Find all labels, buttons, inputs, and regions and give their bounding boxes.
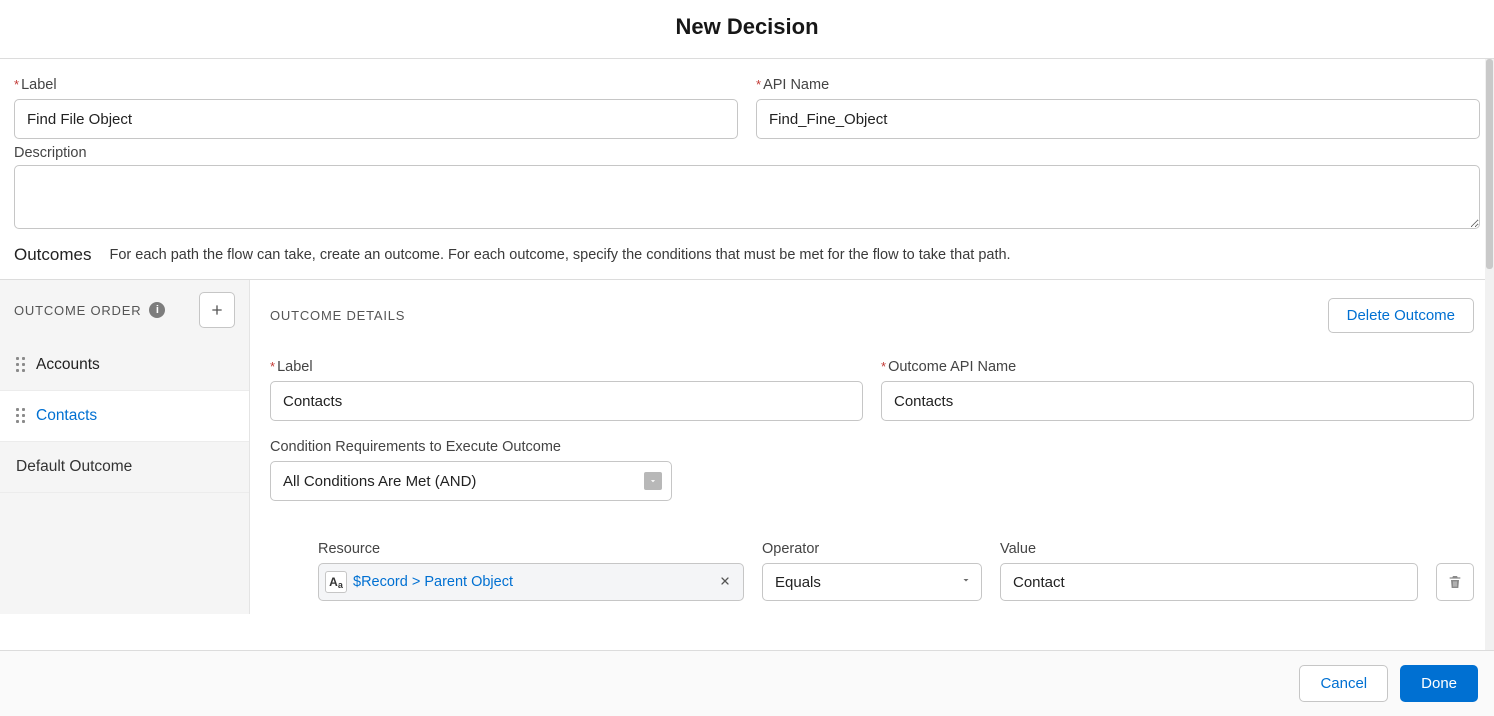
sidebar-item-label: Contacts bbox=[36, 407, 97, 425]
outcomes-heading: Outcomes bbox=[14, 245, 91, 265]
condition-requirements-select[interactable]: All Conditions Are Met (AND) bbox=[270, 461, 672, 501]
delete-condition-button[interactable] bbox=[1436, 563, 1474, 601]
value-label: Value bbox=[1000, 541, 1418, 557]
label-field-label: Label bbox=[14, 77, 738, 93]
modal-footer: Cancel Done bbox=[0, 650, 1494, 716]
outcome-label-field-label: Label bbox=[270, 359, 863, 375]
outcome-label-input[interactable] bbox=[270, 381, 863, 421]
text-type-icon: Aa bbox=[325, 571, 347, 593]
value-input[interactable]: Contact bbox=[1000, 563, 1418, 601]
api-name-field-label: API Name bbox=[756, 77, 1480, 93]
operator-label: Operator bbox=[762, 541, 982, 557]
info-icon[interactable]: i bbox=[149, 302, 165, 318]
label-input[interactable] bbox=[14, 99, 738, 139]
outcome-order-heading: OUTCOME ORDER bbox=[14, 303, 141, 318]
description-textarea[interactable] bbox=[14, 165, 1480, 229]
add-outcome-button[interactable] bbox=[199, 292, 235, 328]
outcome-details-panel: OUTCOME DETAILS Delete Outcome Label Out… bbox=[250, 280, 1494, 614]
sidebar-item-contacts[interactable]: Contacts bbox=[0, 391, 249, 442]
sidebar-item-label: Default Outcome bbox=[16, 458, 132, 475]
plus-icon bbox=[209, 302, 225, 318]
drag-handle-icon[interactable] bbox=[16, 357, 26, 373]
resource-pill-text: $Record > Parent Object bbox=[353, 574, 513, 590]
resource-input[interactable]: Aa $Record > Parent Object bbox=[318, 563, 744, 601]
drag-handle-icon[interactable] bbox=[16, 408, 26, 424]
sidebar-item-accounts[interactable]: Accounts bbox=[0, 340, 249, 391]
cancel-button[interactable]: Cancel bbox=[1299, 665, 1388, 702]
modal-title: New Decision bbox=[0, 14, 1494, 40]
outcome-details-heading: OUTCOME DETAILS bbox=[270, 308, 405, 323]
close-icon bbox=[719, 575, 731, 587]
description-field-label: Description bbox=[14, 145, 1480, 161]
delete-outcome-button[interactable]: Delete Outcome bbox=[1328, 298, 1474, 333]
sidebar-item-label: Accounts bbox=[36, 356, 100, 374]
resource-label: Resource bbox=[318, 541, 744, 557]
api-name-input[interactable] bbox=[756, 99, 1480, 139]
modal-header: New Decision bbox=[0, 0, 1494, 59]
outcome-api-name-field-label: Outcome API Name bbox=[881, 359, 1474, 375]
condition-requirements-label: Condition Requirements to Execute Outcom… bbox=[270, 439, 1474, 455]
sidebar-item-default-outcome[interactable]: Default Outcome bbox=[0, 442, 249, 493]
value-text: Contact bbox=[1013, 574, 1065, 591]
done-button[interactable]: Done bbox=[1400, 665, 1478, 702]
outcomes-hint: For each path the flow can take, create … bbox=[109, 247, 1010, 263]
remove-pill-button[interactable] bbox=[713, 574, 737, 591]
outcome-api-name-input[interactable] bbox=[881, 381, 1474, 421]
outcome-sidebar: OUTCOME ORDER i Accounts Contacts Defaul… bbox=[0, 280, 250, 614]
modal-body: Label API Name Description Outcomes For … bbox=[0, 59, 1494, 650]
operator-select[interactable]: Equals bbox=[762, 563, 982, 601]
trash-icon bbox=[1447, 574, 1463, 590]
